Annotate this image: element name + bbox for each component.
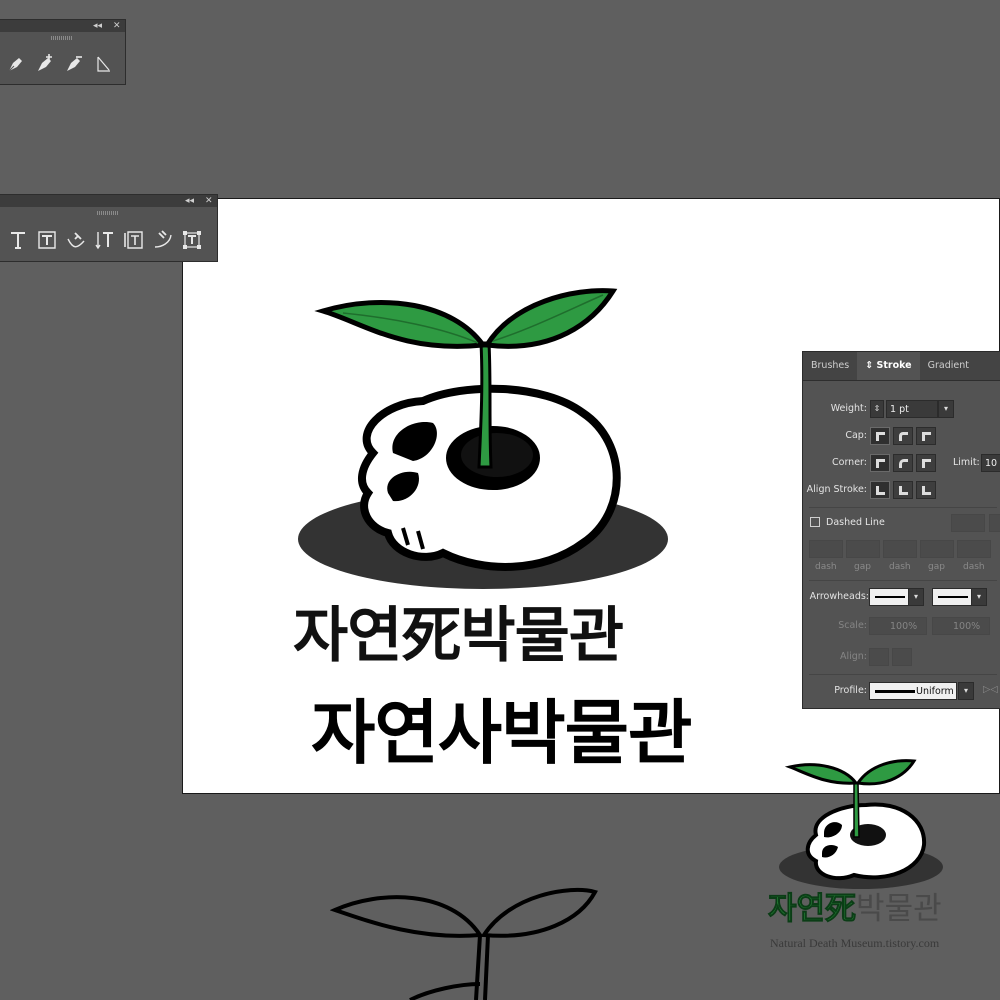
dashed-line-checkbox[interactable] bbox=[810, 517, 820, 527]
align-label: Align: bbox=[839, 651, 867, 662]
corner-label: Corner: bbox=[832, 457, 867, 468]
start-scale-input[interactable]: 100% bbox=[869, 617, 927, 635]
close-icon[interactable]: ✕ bbox=[113, 20, 121, 32]
tab-stroke-label: Stroke bbox=[876, 360, 912, 371]
gap-field-1[interactable] bbox=[846, 540, 880, 558]
limit-input[interactable]: 10 bbox=[981, 454, 1000, 472]
area-type-icon[interactable] bbox=[34, 227, 60, 253]
watermark-logo: 자연死박물관 Natural Death Museum.tistory.com bbox=[766, 755, 956, 955]
weight-dropdown[interactable]: ▾ bbox=[938, 400, 954, 418]
projecting-cap-button[interactable] bbox=[916, 427, 936, 445]
dashed-line-label: Dashed Line bbox=[826, 517, 885, 528]
watermark-title-gray: 박물관 bbox=[856, 891, 942, 927]
dash-label-3: dash bbox=[963, 562, 985, 572]
dash-label-1: dash bbox=[815, 562, 837, 572]
add-anchor-point-icon[interactable] bbox=[32, 51, 58, 77]
dash-align-button[interactable] bbox=[989, 514, 1000, 532]
vertical-type-icon[interactable] bbox=[92, 227, 118, 253]
flip-profile-icon[interactable]: ▷◁ bbox=[983, 684, 998, 695]
touch-type-icon[interactable] bbox=[179, 227, 205, 253]
watermark-caption: Natural Death Museum.tistory.com bbox=[770, 936, 940, 950]
weight-stepper[interactable]: ⇕ bbox=[870, 400, 884, 418]
tab-gradient[interactable]: Gradient bbox=[920, 352, 977, 380]
stroke-panel: Brushes ⇕ Stroke Gradient Weight: ⇕ 1 pt… bbox=[802, 351, 1000, 709]
end-arrowhead-dropdown[interactable]: ▾ bbox=[971, 588, 987, 606]
watermark-skull-sprout-icon bbox=[779, 759, 943, 889]
start-arrowhead-select[interactable] bbox=[869, 588, 909, 606]
round-cap-button[interactable] bbox=[893, 427, 913, 445]
bevel-join-button[interactable] bbox=[916, 454, 936, 472]
weight-input[interactable]: 1 pt bbox=[886, 400, 938, 418]
dash-label-2: dash bbox=[889, 562, 911, 572]
end-arrowhead-select[interactable] bbox=[932, 588, 972, 606]
tab-stroke[interactable]: ⇕ Stroke bbox=[857, 352, 920, 380]
align-stroke-label: Align Stroke: bbox=[806, 484, 867, 495]
panel-title-bar[interactable]: ◂◂ ✕ bbox=[0, 195, 217, 207]
panel-grip[interactable] bbox=[51, 36, 73, 40]
gap-label-2: gap bbox=[928, 562, 945, 572]
profile-dropdown[interactable]: ▾ bbox=[958, 682, 974, 700]
end-scale-value: 100% bbox=[953, 621, 981, 632]
dash-exact-button[interactable] bbox=[951, 514, 985, 532]
miter-join-button[interactable] bbox=[870, 454, 890, 472]
pen-tools-panel: ◂◂ ✕ bbox=[0, 19, 126, 85]
logo-title-line1: 자연死박물관 bbox=[293, 601, 624, 671]
align-outside-button[interactable] bbox=[916, 481, 936, 499]
start-scale-value: 100% bbox=[890, 621, 918, 632]
anchor-point-icon[interactable] bbox=[90, 51, 116, 77]
weight-label: Weight: bbox=[830, 403, 867, 414]
align-center-button[interactable] bbox=[870, 481, 890, 499]
butt-cap-button[interactable] bbox=[870, 427, 890, 445]
sprout-stem bbox=[477, 341, 493, 469]
collapse-icon[interactable]: ◂◂ bbox=[93, 20, 102, 32]
cap-label: Cap: bbox=[845, 430, 867, 441]
panel-title-bar[interactable]: ◂◂ ✕ bbox=[0, 20, 125, 32]
left-leaf bbox=[314, 300, 488, 349]
tab-stroke-chevron-icon: ⇕ bbox=[865, 360, 877, 371]
arrow-align-extend-button[interactable] bbox=[869, 648, 889, 666]
panel-tabs: Brushes ⇕ Stroke Gradient bbox=[803, 352, 1000, 381]
watermark-title-green: 자연死 bbox=[767, 891, 857, 928]
type-on-path-icon[interactable] bbox=[63, 227, 89, 253]
watermark-title: 자연死박물관 bbox=[767, 883, 942, 928]
type-tools-panel: ◂◂ ✕ bbox=[0, 194, 218, 262]
end-scale-input[interactable]: 100% bbox=[932, 617, 990, 635]
outline-sprout-artwork[interactable] bbox=[330, 880, 630, 1000]
gap-field-2[interactable] bbox=[920, 540, 954, 558]
align-inside-button[interactable] bbox=[893, 481, 913, 499]
type-icon[interactable] bbox=[5, 227, 31, 253]
dash-field-2[interactable] bbox=[883, 540, 917, 558]
skull-sprout-logo bbox=[298, 288, 668, 589]
pen-icon[interactable] bbox=[3, 51, 29, 77]
delete-anchor-point-icon[interactable] bbox=[61, 51, 87, 77]
collapse-icon[interactable]: ◂◂ bbox=[185, 195, 194, 207]
vertical-area-type-icon[interactable] bbox=[121, 227, 147, 253]
profile-label: Profile: bbox=[834, 685, 867, 696]
limit-label: Limit: bbox=[953, 457, 980, 468]
close-icon[interactable]: ✕ bbox=[205, 195, 213, 207]
profile-value: Uniform bbox=[916, 686, 954, 697]
dash-field-3[interactable] bbox=[957, 540, 991, 558]
scale-label: Scale: bbox=[838, 620, 867, 631]
arrowheads-label: Arrowheads: bbox=[809, 591, 869, 602]
gap-label-1: gap bbox=[854, 562, 871, 572]
vertical-type-on-path-icon[interactable] bbox=[150, 227, 176, 253]
profile-select[interactable]: Uniform bbox=[869, 682, 957, 700]
panel-grip[interactable] bbox=[97, 211, 119, 215]
arrow-align-place-button[interactable] bbox=[892, 648, 912, 666]
start-arrowhead-dropdown[interactable]: ▾ bbox=[908, 588, 924, 606]
round-join-button[interactable] bbox=[893, 454, 913, 472]
dash-field-1[interactable] bbox=[809, 540, 843, 558]
tab-brushes[interactable]: Brushes bbox=[803, 352, 857, 380]
logo-title-line2: 자연사박물관 bbox=[311, 692, 692, 774]
